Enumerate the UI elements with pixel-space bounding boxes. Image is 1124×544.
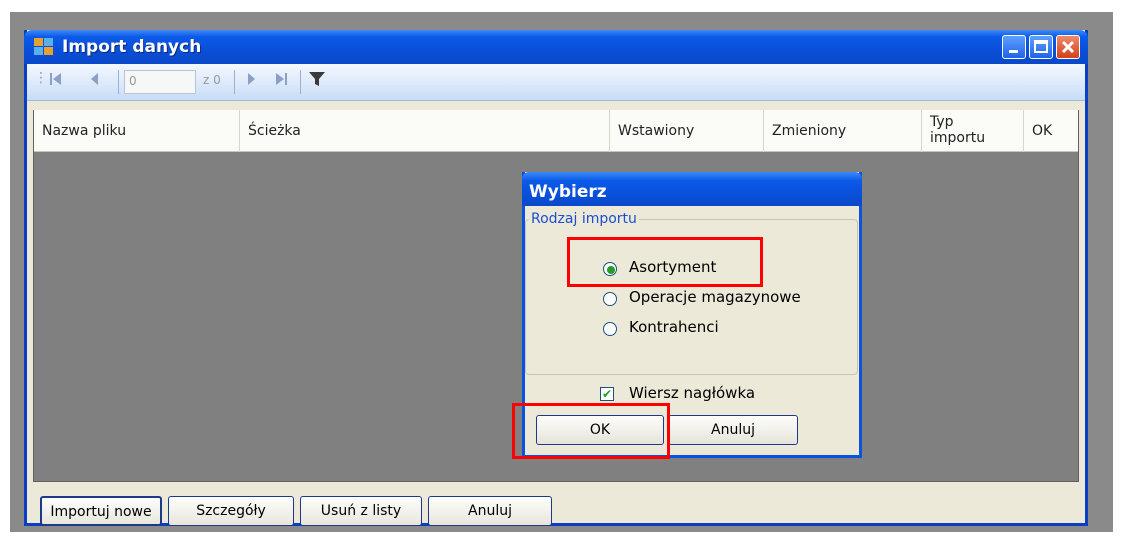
- column-header-changed[interactable]: Zmieniony: [764, 110, 922, 152]
- maximize-icon: [1034, 40, 1048, 53]
- toolbar-grip-icon: ⋮: [34, 70, 48, 86]
- move-first-icon[interactable]: [48, 70, 64, 92]
- record-count-label: z 0: [203, 73, 221, 87]
- position-input[interactable]: 0: [124, 70, 196, 94]
- toolbar-separator: [118, 70, 119, 94]
- minimize-button[interactable]: [1002, 35, 1026, 59]
- dialog-title: Wybierz: [529, 182, 607, 202]
- highlight-box-ok: [512, 403, 670, 459]
- column-header-file-name[interactable]: Nazwa pliku: [34, 110, 240, 152]
- radio-label-kontrahenci[interactable]: Kontrahenci: [629, 318, 719, 336]
- move-last-icon[interactable]: [274, 70, 290, 92]
- cancel-button[interactable]: Anuluj: [428, 496, 552, 526]
- close-icon: [1061, 40, 1075, 54]
- radio-kontrahenci[interactable]: [603, 322, 617, 336]
- remove-from-list-button[interactable]: Usuń z listy: [300, 496, 422, 526]
- column-header-inserted[interactable]: Wstawiony: [610, 110, 764, 152]
- column-header-path[interactable]: Ścieżka: [240, 110, 610, 152]
- move-previous-icon[interactable]: [88, 70, 100, 92]
- toolbar-separator: [234, 70, 235, 94]
- minimize-icon: [1009, 50, 1018, 53]
- radio-operacje-magazynowe[interactable]: [603, 292, 617, 306]
- window-title: Import danych: [62, 37, 202, 57]
- close-button[interactable]: [1056, 35, 1080, 59]
- import-new-button[interactable]: Importuj nowe: [40, 496, 162, 526]
- details-button[interactable]: Szczegóły: [168, 496, 294, 526]
- header-row-checkbox-label[interactable]: Wiersz nagłówka: [629, 384, 755, 402]
- toolbar-separator: [300, 70, 301, 94]
- maximize-button[interactable]: [1029, 35, 1053, 59]
- import-type-group-label: Rodzaj importu: [529, 211, 639, 227]
- dialog-cancel-button[interactable]: Anuluj: [668, 415, 798, 445]
- highlight-box-asortyment: [567, 237, 763, 287]
- app-icon: [34, 38, 54, 56]
- filter-icon[interactable]: [308, 70, 326, 92]
- column-header-import-type[interactable]: Typ importu: [922, 110, 1024, 152]
- move-next-icon[interactable]: [246, 70, 258, 92]
- column-header-ok[interactable]: OK: [1024, 110, 1078, 152]
- radio-label-operacje-magazynowe[interactable]: Operacje magazynowe: [629, 288, 801, 306]
- header-row-checkbox[interactable]: ✔: [600, 387, 614, 401]
